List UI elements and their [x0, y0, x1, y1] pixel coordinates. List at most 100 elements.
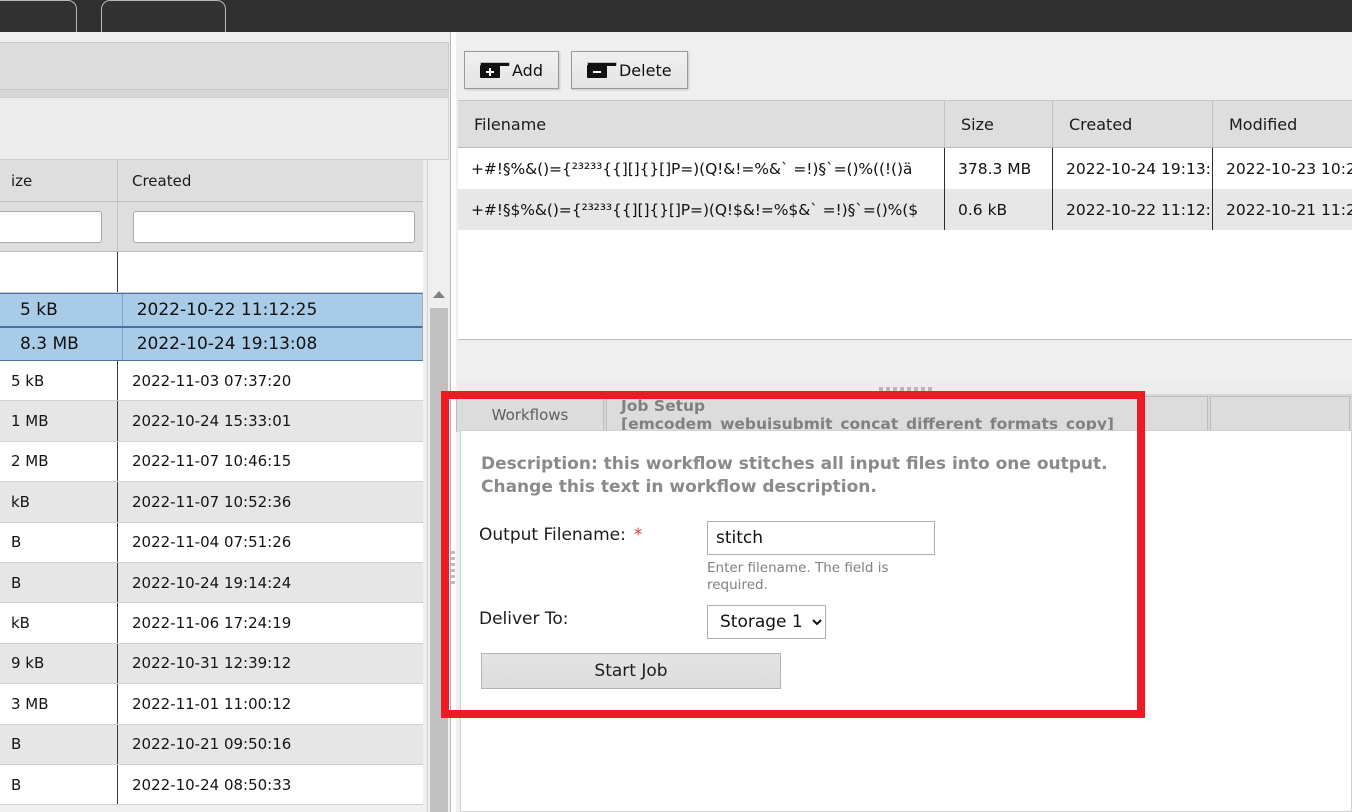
background-table-row[interactable]: 9 kB 2022-10-31 12:39:12 [0, 643, 423, 685]
background-cell-created: 2022-11-01 11:00:12 [132, 694, 292, 713]
file-table-empty-area [458, 230, 1352, 340]
required-asterisk: * [633, 525, 643, 545]
background-cell-created: 2022-10-24 15:33:01 [132, 412, 292, 431]
output-filename-input[interactable] [707, 521, 935, 555]
folder-plus-icon [480, 62, 510, 78]
background-filter-row [0, 202, 423, 252]
add-button[interactable]: Add [464, 51, 559, 89]
panel-tabstrip: Workflows Job Setup [emcodem_webuisubmit… [456, 394, 1352, 433]
file-cell-filename: +#!§%&()={²³²³³{{][]{}[]P=)(Q!&!=%&` =!)… [458, 148, 945, 189]
background-table-body: 5 kB 2022-10-22 11:12:25 8.3 MB 2022-10-24 … [0, 252, 423, 806]
tab-extra[interactable] [1210, 396, 1350, 432]
file-cell-modified: 2022-10-21 11:2 [1226, 200, 1352, 219]
background-cell-created: 2022-10-22 11:12:25 [136, 300, 318, 320]
browser-tab-2[interactable] [101, 0, 226, 32]
browser-tab-bar [0, 0, 1352, 32]
file-table-header: Filename Size Created Modified [458, 100, 1352, 148]
file-cell-size: 378.3 MB [945, 148, 1053, 189]
output-filename-label: Output Filename: * [479, 521, 707, 545]
background-cell-created: 2022-11-06 17:24:19 [132, 614, 292, 633]
file-table: Filename Size Created Modified +#!§%&()=… [458, 100, 1352, 340]
deliver-to-row: Deliver To: Storage 1 [479, 605, 826, 639]
file-cell-created: 2022-10-22 11:12:2 [1053, 189, 1213, 230]
background-table-row[interactable]: 5 kB 2022-11-03 07:37:20 [0, 361, 423, 402]
background-filter-size-input[interactable] [0, 210, 102, 243]
background-table-row[interactable]: 3 MB 2022-11-01 11:00:12 [0, 684, 423, 725]
column-header-created[interactable]: Created [1053, 101, 1213, 147]
output-filename-hint: Enter filename. The field is required. [707, 560, 889, 593]
background-cell-size: 3 MB [0, 684, 118, 724]
add-button-label: Add [512, 60, 543, 80]
background-cell-created: 2022-11-07 10:52:36 [132, 492, 292, 511]
background-table-row[interactable]: kB 2022-11-06 17:24:19 [0, 603, 423, 644]
background-table-row[interactable]: 8.3 MB 2022-10-24 19:13:08 [0, 327, 423, 361]
background-cell-created: 2022-10-24 08:50:33 [132, 775, 292, 794]
background-toolbar [0, 42, 449, 90]
column-header-modified[interactable]: Modified [1213, 101, 1352, 147]
tab-job-setup[interactable]: Job Setup [emcodem_webuisubmit_concat_di… [606, 396, 1208, 433]
browser-tab-1[interactable] [0, 0, 77, 32]
background-cell-created [118, 252, 423, 292]
background-cell-size: 2 MB [0, 441, 118, 482]
background-cell-created: 2022-10-24 19:14:24 [132, 573, 292, 592]
background-cell-created: 2022-10-24 19:13:08 [136, 334, 318, 354]
deliver-to-label: Deliver To: [479, 609, 569, 629]
background-cell-size: B [0, 724, 118, 764]
background-table-row[interactable]: B 2022-10-24 08:50:33 [0, 764, 423, 806]
background-cell-size: 8.3 MB [6, 328, 123, 360]
tab-workflows-label: Workflows [491, 405, 569, 424]
background-cell-created: 2022-10-31 12:39:12 [132, 654, 292, 673]
output-filename-label-text: Output Filename: [479, 525, 626, 545]
file-table-row[interactable]: +#!§%&()={²³²³³{{][]{}[]P=)(Q!&!=%&` =!)… [458, 148, 1352, 189]
background-col-created[interactable]: Created [118, 160, 423, 201]
background-table-row[interactable]: B 2022-10-24 19:14:24 [0, 562, 423, 604]
job-setup-form-panel: Description: this workflow stitches all … [460, 430, 1352, 812]
background-cell-size: 1 MB [0, 401, 118, 441]
background-filter-created-input[interactable] [133, 210, 415, 243]
background-table-row[interactable]: kB 2022-11-07 10:52:36 [0, 482, 423, 523]
splitter-grip-icon [878, 386, 932, 391]
file-cell-modified: 2022-10-23 10:2 [1226, 159, 1352, 178]
main-window: Add Delete Filename Size Created Modifie… [456, 32, 1352, 812]
deliver-to-select[interactable]: Storage 1 [707, 605, 826, 639]
output-filename-field-wrap: Enter filename. The field is required. [707, 521, 935, 594]
file-cell-size: 0.6 kB [945, 189, 1053, 230]
background-vertical-scrollbar[interactable] [427, 160, 449, 812]
file-cell-created: 2022-10-24 19:13:0 [1053, 148, 1213, 189]
delete-button[interactable]: Delete [570, 51, 688, 89]
background-secondary-panel [0, 97, 449, 160]
background-cell-size: B [0, 764, 118, 805]
background-table-row[interactable]: 1 MB 2022-10-24 15:33:01 [0, 401, 423, 442]
background-table-row[interactable] [0, 252, 423, 293]
workflow-description-line-1: Description: this workflow stitches all … [481, 454, 1108, 474]
background-cell-size [0, 252, 118, 292]
background-table-row[interactable]: 2 MB 2022-11-07 10:46:15 [0, 441, 423, 483]
background-table-row[interactable]: B 2022-11-04 07:51:26 [0, 522, 423, 563]
output-filename-row: Output Filename: * Enter filename. The fi… [479, 521, 935, 594]
background-cell-size: kB [0, 482, 118, 522]
tab-job-setup-label: Job Setup [emcodem_webuisubmit_concat_di… [621, 396, 1115, 433]
background-cell-created: 2022-11-07 10:46:15 [132, 452, 292, 471]
workflow-description: Description: this workflow stitches all … [481, 453, 1181, 498]
scrollbar-thumb[interactable] [430, 308, 448, 812]
scroll-up-arrow-icon[interactable] [428, 284, 450, 304]
workflow-description-line-2: Change this text in workflow description… [481, 476, 877, 497]
tab-workflows[interactable]: Workflows [456, 396, 604, 432]
background-col-size[interactable]: ize [0, 160, 118, 201]
background-cell-size: 5 kB [0, 361, 118, 401]
column-header-filename[interactable]: Filename [458, 101, 945, 147]
background-cell-size: B [0, 522, 118, 562]
background-cell-size: B [0, 562, 118, 603]
file-table-body: +#!§%&()={²³²³³{{][]{}[]P=)(Q!&!=%&` =!)… [458, 148, 1352, 230]
background-filter-created-cell [118, 202, 423, 251]
background-cell-size: 5 kB [6, 294, 123, 326]
column-header-size[interactable]: Size [945, 101, 1053, 147]
background-table-row[interactable]: 5 kB 2022-10-22 11:12:25 [0, 293, 423, 327]
start-job-button[interactable]: Start Job [481, 653, 781, 689]
background-cell-created: 2022-11-04 07:51:26 [132, 533, 292, 552]
background-table-row[interactable]: B 2022-10-21 09:50:16 [0, 724, 423, 765]
vertical-splitter-grip-icon[interactable] [450, 545, 456, 589]
screen-root: ize Created 5 kB 2022-10-22 11:12:25 8.3 M… [0, 0, 1352, 812]
file-table-row[interactable]: +#!§$%&()={²³²³³{{][]{}[]P=)(Q!$&!=%$&` … [458, 189, 1352, 230]
file-cell-filename: +#!§$%&()={²³²³³{{][]{}[]P=)(Q!$&!=%$&` … [458, 189, 945, 230]
